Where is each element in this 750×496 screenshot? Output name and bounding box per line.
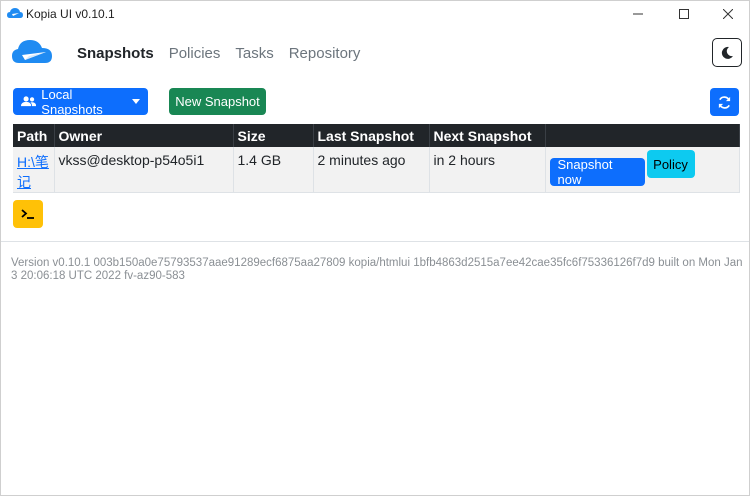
- maximize-button[interactable]: [661, 1, 707, 27]
- nav-snapshots[interactable]: Snapshots: [77, 45, 154, 62]
- terminal-icon: [21, 209, 34, 219]
- snapshots-table: Path Owner Size Last Snapshot Next Snaps…: [13, 124, 740, 193]
- cell-next-snapshot: in 2 hours: [429, 147, 546, 193]
- nav-repository[interactable]: Repository: [289, 45, 361, 62]
- local-snapshots-dropdown[interactable]: Local Snapshots: [13, 86, 148, 117]
- header-next-snapshot[interactable]: Next Snapshot: [429, 124, 546, 147]
- cell-last-snapshot: 2 minutes ago: [313, 147, 430, 193]
- close-icon: [723, 9, 733, 19]
- nav-tasks[interactable]: Tasks: [235, 45, 273, 62]
- refresh-button[interactable]: [710, 88, 739, 116]
- kopia-logo[interactable]: [11, 37, 53, 67]
- main-nav: Snapshots Policies Tasks Repository: [77, 45, 375, 62]
- kopia-app-icon: [7, 8, 23, 18]
- header-actions: [545, 124, 740, 147]
- version-info: Version v0.10.1 003b150a0e75793537aae912…: [11, 257, 743, 282]
- policy-button[interactable]: Policy: [646, 150, 695, 178]
- users-icon: [21, 96, 37, 107]
- table-header-row: Path Owner Size Last Snapshot Next Snaps…: [13, 124, 740, 147]
- cell-actions: Snapshot nowPolicy: [545, 147, 740, 193]
- maximize-icon: [679, 9, 689, 19]
- terminal-button[interactable]: [13, 200, 43, 228]
- header-path[interactable]: Path: [13, 124, 55, 147]
- cell-owner: vkss@desktop-p54o5i1: [54, 147, 234, 193]
- header-size[interactable]: Size: [233, 124, 314, 147]
- new-snapshot-button[interactable]: New Snapshot: [169, 88, 266, 115]
- cell-size: 1.4 GB: [233, 147, 314, 193]
- minimize-icon: [633, 13, 643, 15]
- minimize-button[interactable]: [615, 1, 661, 27]
- close-button[interactable]: [705, 1, 750, 27]
- chevron-down-icon: [132, 99, 140, 104]
- window-title: Kopia UI v0.10.1: [26, 7, 115, 21]
- new-snapshot-label: New Snapshot: [175, 94, 260, 109]
- cell-path: H:\笔记: [13, 147, 55, 193]
- refresh-icon: [718, 95, 731, 109]
- local-snapshots-label: Local Snapshots: [41, 86, 103, 117]
- table-row: H:\笔记 vkss@desktop-p54o5i1 1.4 GB 2 minu…: [13, 147, 740, 193]
- header-owner[interactable]: Owner: [54, 124, 234, 147]
- window-titlebar: Kopia UI v0.10.1: [1, 1, 749, 27]
- nav-policies[interactable]: Policies: [169, 45, 221, 62]
- moon-icon: [721, 46, 733, 59]
- theme-toggle-button[interactable]: [712, 38, 742, 67]
- path-link[interactable]: H:\笔记: [17, 154, 49, 190]
- header-last-snapshot[interactable]: Last Snapshot: [313, 124, 430, 147]
- snapshot-now-button[interactable]: Snapshot now: [549, 157, 645, 187]
- footer-divider: [1, 241, 749, 242]
